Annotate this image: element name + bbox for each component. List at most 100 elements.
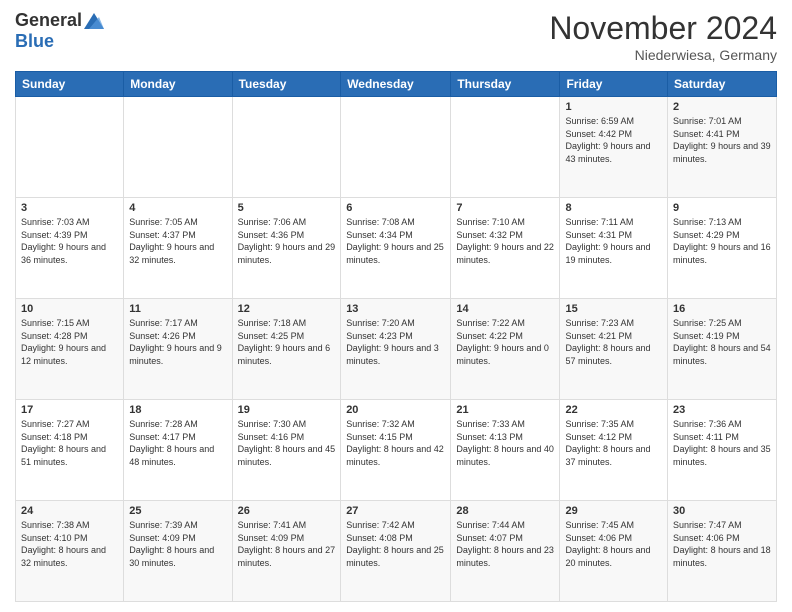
day-info: Sunrise: 7:44 AMSunset: 4:07 PMDaylight:… [456,519,554,569]
day-cell: 14 Sunrise: 7:22 AMSunset: 4:22 PMDayligh… [451,299,560,400]
day-number: 11 [129,303,226,315]
day-cell: 13 Sunrise: 7:20 AMSunset: 4:23 PMDayligh… [341,299,451,400]
day-info: Sunrise: 7:13 AMSunset: 4:29 PMDaylight:… [673,216,771,266]
week-row-1: 1 Sunrise: 6:59 AMSunset: 4:42 PMDaylight… [16,97,777,198]
day-header-saturday: Saturday [668,72,777,97]
day-cell [124,97,232,198]
day-info: Sunrise: 7:41 AMSunset: 4:09 PMDaylight:… [238,519,336,569]
day-number: 24 [21,505,118,517]
day-number: 29 [565,505,662,517]
day-info: Sunrise: 7:01 AMSunset: 4:41 PMDaylight:… [673,115,771,165]
day-number: 7 [456,202,554,214]
day-number: 8 [565,202,662,214]
day-cell: 2 Sunrise: 7:01 AMSunset: 4:41 PMDaylight… [668,97,777,198]
day-number: 21 [456,404,554,416]
day-number: 19 [238,404,336,416]
week-row-2: 3Sunrise: 7:03 AMSunset: 4:39 PMDaylight… [16,198,777,299]
calendar: SundayMondayTuesdayWednesdayThursdayFrid… [15,71,777,602]
day-info: Sunrise: 7:28 AMSunset: 4:17 PMDaylight:… [129,418,226,468]
day-header-tuesday: Tuesday [232,72,341,97]
month-title: November 2024 [549,10,777,47]
location: Niederwiesa, Germany [549,47,777,63]
day-info: Sunrise: 7:36 AMSunset: 4:11 PMDaylight:… [673,418,771,468]
day-cell: 1 Sunrise: 6:59 AMSunset: 4:42 PMDaylight… [560,97,668,198]
day-info: Sunrise: 7:18 AMSunset: 4:25 PMDaylight:… [238,317,336,367]
day-cell [451,97,560,198]
day-number: 10 [21,303,118,315]
day-info: Sunrise: 7:35 AMSunset: 4:12 PMDaylight:… [565,418,662,468]
day-cell [341,97,451,198]
day-cell: 28 Sunrise: 7:44 AMSunset: 4:07 PMDayligh… [451,501,560,602]
title-section: November 2024 Niederwiesa, Germany [549,10,777,63]
day-cell: 11 Sunrise: 7:17 AMSunset: 4:26 PMDayligh… [124,299,232,400]
day-info: Sunrise: 7:22 AMSunset: 4:22 PMDaylight:… [456,317,554,367]
day-header-friday: Friday [560,72,668,97]
day-info: Sunrise: 7:45 AMSunset: 4:06 PMDaylight:… [565,519,662,569]
day-info: Sunrise: 7:30 AMSunset: 4:16 PMDaylight:… [238,418,336,468]
day-cell: 30Sunrise: 7:47 AMSunset: 4:06 PMDayligh… [668,501,777,602]
day-info: Sunrise: 7:47 AMSunset: 4:06 PMDaylight:… [673,519,771,569]
day-info: Sunrise: 6:59 AMSunset: 4:42 PMDaylight:… [565,115,662,165]
logo-icon [84,13,104,29]
day-number: 14 [456,303,554,315]
day-number: 26 [238,505,336,517]
day-number: 6 [346,202,445,214]
day-info: Sunrise: 7:23 AMSunset: 4:21 PMDaylight:… [565,317,662,367]
week-row-5: 24 Sunrise: 7:38 AMSunset: 4:10 PMDayligh… [16,501,777,602]
day-info: Sunrise: 7:15 AMSunset: 4:28 PMDaylight:… [21,317,118,367]
day-cell: 23Sunrise: 7:36 AMSunset: 4:11 PMDayligh… [668,400,777,501]
day-info: Sunrise: 7:25 AMSunset: 4:19 PMDaylight:… [673,317,771,367]
day-cell [232,97,341,198]
logo: General Blue [15,10,104,52]
day-cell: 4 Sunrise: 7:05 AMSunset: 4:37 PMDaylight… [124,198,232,299]
day-cell [16,97,124,198]
day-info: Sunrise: 7:11 AMSunset: 4:31 PMDaylight:… [565,216,662,266]
day-cell: 18 Sunrise: 7:28 AMSunset: 4:17 PMDayligh… [124,400,232,501]
day-number: 1 [565,101,662,113]
day-info: Sunrise: 7:39 AMSunset: 4:09 PMDaylight:… [129,519,226,569]
logo-blue-text: Blue [15,31,54,52]
day-cell: 3Sunrise: 7:03 AMSunset: 4:39 PMDaylight… [16,198,124,299]
day-number: 13 [346,303,445,315]
day-cell: 29 Sunrise: 7:45 AMSunset: 4:06 PMDayligh… [560,501,668,602]
days-header-row: SundayMondayTuesdayWednesdayThursdayFrid… [16,72,777,97]
day-cell: 10 Sunrise: 7:15 AMSunset: 4:28 PMDayligh… [16,299,124,400]
day-info: Sunrise: 7:06 AMSunset: 4:36 PMDaylight:… [238,216,336,266]
day-info: Sunrise: 7:42 AMSunset: 4:08 PMDaylight:… [346,519,445,569]
day-cell: 24 Sunrise: 7:38 AMSunset: 4:10 PMDayligh… [16,501,124,602]
day-number: 28 [456,505,554,517]
day-number: 12 [238,303,336,315]
day-number: 25 [129,505,226,517]
day-number: 22 [565,404,662,416]
day-cell: 25 Sunrise: 7:39 AMSunset: 4:09 PMDayligh… [124,501,232,602]
day-header-wednesday: Wednesday [341,72,451,97]
day-cell: 27Sunrise: 7:42 AMSunset: 4:08 PMDayligh… [341,501,451,602]
calendar-table: SundayMondayTuesdayWednesdayThursdayFrid… [15,71,777,602]
day-info: Sunrise: 7:10 AMSunset: 4:32 PMDaylight:… [456,216,554,266]
day-number: 18 [129,404,226,416]
day-number: 5 [238,202,336,214]
day-number: 15 [565,303,662,315]
day-info: Sunrise: 7:20 AMSunset: 4:23 PMDaylight:… [346,317,445,367]
day-cell: 19 Sunrise: 7:30 AMSunset: 4:16 PMDayligh… [232,400,341,501]
day-number: 9 [673,202,771,214]
page: General Blue November 2024 Niederwiesa, … [0,0,792,612]
week-row-3: 10 Sunrise: 7:15 AMSunset: 4:28 PMDayligh… [16,299,777,400]
day-number: 16 [673,303,771,315]
day-cell: 9 Sunrise: 7:13 AMSunset: 4:29 PMDaylight… [668,198,777,299]
day-cell: 17Sunrise: 7:27 AMSunset: 4:18 PMDayligh… [16,400,124,501]
day-cell: 22 Sunrise: 7:35 AMSunset: 4:12 PMDayligh… [560,400,668,501]
day-number: 4 [129,202,226,214]
day-info: Sunrise: 7:17 AMSunset: 4:26 PMDaylight:… [129,317,226,367]
logo-general-text: General [15,10,82,31]
day-info: Sunrise: 7:03 AMSunset: 4:39 PMDaylight:… [21,216,118,266]
day-cell: 12 Sunrise: 7:18 AMSunset: 4:25 PMDayligh… [232,299,341,400]
day-cell: 7 Sunrise: 7:10 AMSunset: 4:32 PMDaylight… [451,198,560,299]
day-cell: 26 Sunrise: 7:41 AMSunset: 4:09 PMDayligh… [232,501,341,602]
day-info: Sunrise: 7:27 AMSunset: 4:18 PMDaylight:… [21,418,118,468]
day-number: 2 [673,101,771,113]
day-info: Sunrise: 7:38 AMSunset: 4:10 PMDaylight:… [21,519,118,569]
day-header-thursday: Thursday [451,72,560,97]
day-info: Sunrise: 7:05 AMSunset: 4:37 PMDaylight:… [129,216,226,266]
header: General Blue November 2024 Niederwiesa, … [15,10,777,63]
